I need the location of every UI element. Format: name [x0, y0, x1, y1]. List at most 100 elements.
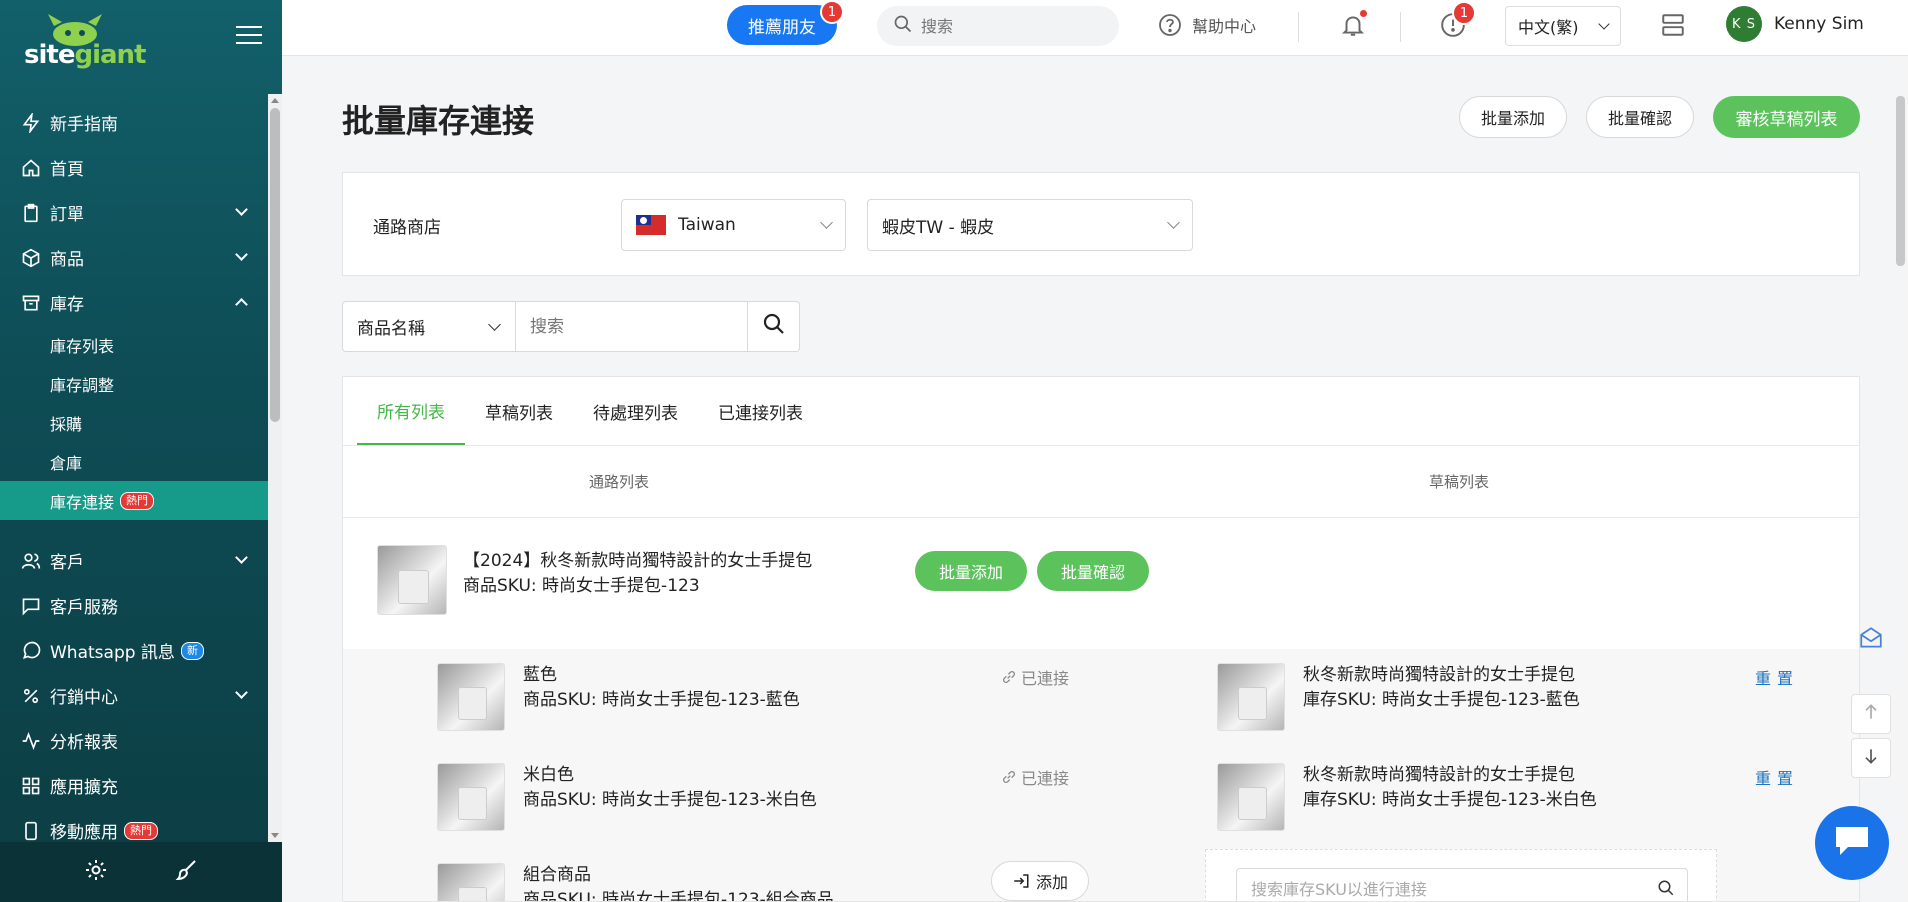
language-select[interactable]: 中文(繁): [1505, 6, 1621, 46]
product-search-input[interactable]: [516, 301, 748, 352]
sidebar-item-customers[interactable]: 客戶: [0, 538, 268, 583]
logo[interactable]: sitegiant: [24, 40, 146, 70]
sku-search-placeholder: 搜索庫存SKU以進行連接: [1251, 880, 1427, 899]
variant-name: 藍色: [523, 665, 557, 685]
sidebar-subitem-label: 庫存調整: [50, 375, 115, 395]
tab-label: 已連接列表: [718, 403, 803, 424]
sidebar-subitem-inventory-link[interactable]: 庫存連接 熱門: [0, 481, 268, 520]
search-icon[interactable]: [1657, 879, 1675, 897]
sidebar-item-mobile[interactable]: 移動應用 熱門: [0, 808, 268, 842]
add-link-button[interactable]: 添加: [991, 861, 1089, 901]
scroll-bottom-button[interactable]: [1851, 738, 1891, 778]
sidebar-subitem-inventory-adjust[interactable]: 庫存調整: [0, 364, 268, 403]
bulk-confirm-button[interactable]: 批量確認: [1586, 96, 1694, 138]
bulk-add-label: 批量添加: [1480, 109, 1545, 128]
sidebar-item-orders[interactable]: 訂單: [0, 190, 268, 235]
variant-info: 組合商品 商品SKU: 時尚女士手提包-123-組合商品: [523, 863, 834, 902]
chevron-down-icon: [235, 551, 248, 564]
search-button[interactable]: [748, 301, 800, 352]
sidebar-item-label: 訂單: [50, 205, 84, 225]
sidebar-subitem-label: 庫存連接: [50, 492, 115, 512]
layout-toggle-icon[interactable]: [1660, 12, 1686, 43]
top-search-input[interactable]: [921, 16, 1101, 36]
row-bulk-add-button[interactable]: 批量添加: [915, 551, 1027, 591]
variant-thumbnail: [437, 763, 505, 831]
sidebar-scrollbar-thumb[interactable]: [270, 108, 280, 422]
sidebar-item-inventory[interactable]: 庫存: [0, 280, 268, 325]
product-search-group: 商品名稱: [342, 301, 800, 352]
clipboard-icon: [20, 202, 42, 224]
new-badge: 新: [180, 641, 204, 660]
sidebar-subitem-purchase[interactable]: 採購: [0, 403, 268, 442]
brush-icon[interactable]: [175, 858, 199, 887]
variant-info: 米白色 商品SKU: 時尚女士手提包-123-米白色: [523, 763, 817, 813]
scroll-top-button[interactable]: [1851, 694, 1891, 734]
sidebar-item-analytics[interactable]: 分析報表: [0, 718, 268, 763]
sidebar-item-home[interactable]: 首頁: [0, 145, 268, 190]
variant-sku: 商品SKU: 時尚女士手提包-123-藍色: [523, 690, 800, 710]
sidebar-item-marketing[interactable]: 行銷中心: [0, 673, 268, 718]
chat-button[interactable]: [1815, 806, 1889, 880]
logo-bar: sitegiant: [0, 0, 282, 94]
sidebar-item-customer-service[interactable]: 客戶服務: [0, 583, 268, 628]
bulk-confirm-label: 批量確認: [1607, 109, 1672, 128]
scroll-down-arrow-icon[interactable]: [271, 833, 279, 838]
sidebar-item-guide[interactable]: 新手指南: [0, 100, 268, 145]
sidebar-item-label: 商品: [50, 250, 84, 270]
review-draft-button[interactable]: 審核草稿列表: [1713, 96, 1860, 138]
activity-icon: [20, 730, 42, 752]
reset-link[interactable]: 重置: [1755, 765, 1799, 789]
draft-name: 秋冬新款時尚獨特設計的女士手提包: [1303, 765, 1575, 785]
reset-link[interactable]: 重置: [1755, 665, 1799, 689]
review-draft-label: 審核草稿列表: [1735, 109, 1838, 130]
sidebar-item-apps[interactable]: 應用擴充: [0, 763, 268, 808]
tab-draft[interactable]: 草稿列表: [465, 377, 573, 445]
draft-thumbnail: [1217, 763, 1285, 831]
sidebar-scrollbar[interactable]: [268, 94, 282, 842]
users-icon: [20, 550, 42, 572]
sidebar-item-label: 客戶: [50, 553, 84, 573]
variant-sku: 商品SKU: 時尚女士手提包-123-米白色: [523, 790, 817, 810]
arrow-up-icon: [1861, 702, 1881, 727]
row-bulk-confirm-button[interactable]: 批量確認: [1037, 551, 1149, 591]
whatsapp-icon: [20, 640, 42, 662]
refer-badge: 1: [820, 0, 844, 24]
gear-icon[interactable]: [84, 858, 108, 887]
bulk-add-button[interactable]: 批量添加: [1459, 96, 1567, 138]
variant-name: 組合商品: [523, 865, 591, 885]
draft-thumbnail: [1217, 663, 1285, 731]
language-label: 中文(繁): [1518, 18, 1579, 37]
sidebar-item-label: 客戶服務: [50, 598, 118, 618]
country-value: Taiwan: [678, 215, 736, 235]
mail-icon[interactable]: [1851, 618, 1891, 658]
page-scrollbar[interactable]: [1893, 56, 1908, 902]
help-center-link[interactable]: 幫助中心: [1158, 10, 1256, 40]
top-search-box[interactable]: [877, 6, 1119, 46]
page-scrollbar-thumb[interactable]: [1896, 96, 1905, 266]
product-row: 【2024】秋冬新款時尚獨特設計的女士手提包 商品SKU: 時尚女士手提包-12…: [343, 519, 1859, 649]
list-tabs: 所有列表 草稿列表 待處理列表 已連接列表: [357, 377, 823, 445]
sku-search-box: 搜索庫存SKU以進行連接: [1205, 849, 1717, 901]
tab-label: 待處理列表: [593, 403, 678, 424]
search-icon: [762, 312, 786, 341]
search-type-select[interactable]: 商品名稱: [342, 301, 516, 352]
sidebar-subitem-label: 採購: [50, 414, 83, 434]
shop-select[interactable]: 蝦皮TW - 蝦皮: [867, 199, 1193, 251]
chevron-down-icon: [488, 318, 501, 331]
country-select[interactable]: Taiwan: [621, 199, 846, 251]
sidebar-subitem-inventory-list[interactable]: 庫存列表: [0, 325, 268, 364]
user-menu[interactable]: K S Kenny Sim: [1726, 6, 1864, 42]
scroll-up-arrow-icon[interactable]: [271, 98, 279, 103]
tab-pending[interactable]: 待處理列表: [573, 377, 698, 445]
sku-search-field[interactable]: 搜索庫存SKU以進行連接: [1236, 868, 1688, 901]
variant-sku: 商品SKU: 時尚女士手提包-123-組合商品: [523, 890, 834, 902]
sidebar-item-products[interactable]: 商品: [0, 235, 268, 280]
sidebar-subitem-warehouse[interactable]: 倉庫: [0, 442, 268, 481]
draft-info: 秋冬新款時尚獨特設計的女士手提包 庫存SKU: 時尚女士手提包-123-藍色: [1303, 663, 1580, 713]
tab-all[interactable]: 所有列表: [357, 377, 465, 445]
message-icon: [20, 595, 42, 617]
hot-badge: 熱門: [120, 491, 155, 510]
sidebar-item-whatsapp[interactable]: Whatsapp 訊息 新: [0, 628, 268, 673]
menu-toggle-icon[interactable]: [236, 26, 262, 48]
tab-linked[interactable]: 已連接列表: [698, 377, 823, 445]
